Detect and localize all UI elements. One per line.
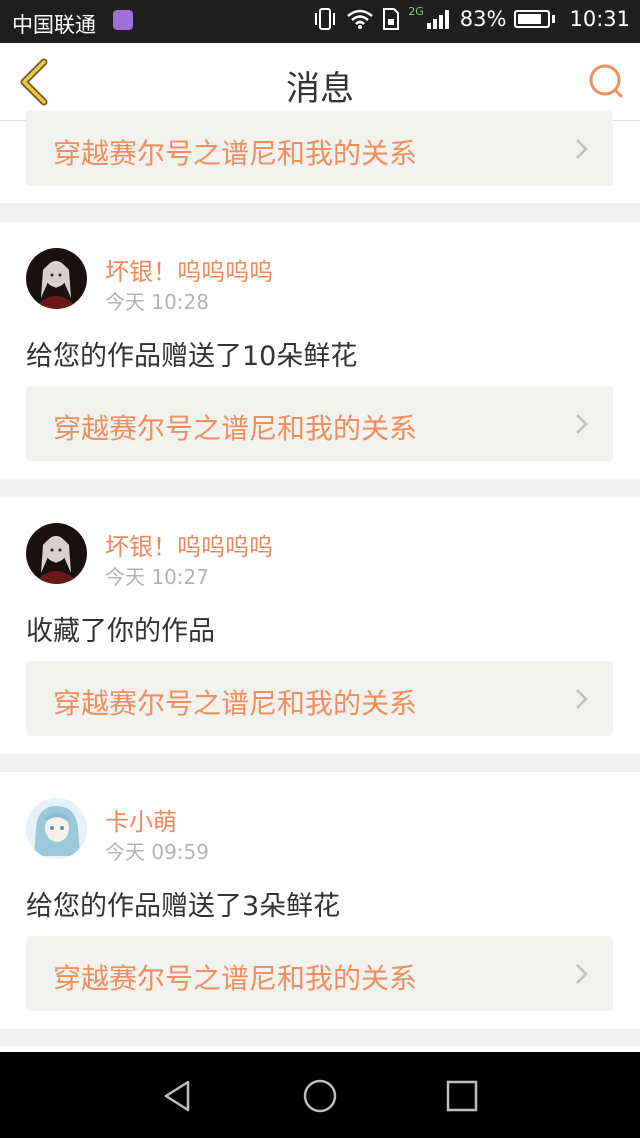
work-link[interactable]: 穿越赛尔号之谱尼和我的关系 [26,111,613,186]
status-right: 2G 83% 10:31 [312,4,630,31]
message-card: 穿越赛尔号之谱尼和我的关系 [0,111,640,203]
message-text: 给您的作品赠送了3朵鲜花 [26,891,341,922]
nav-recent-button[interactable] [444,1078,480,1114]
work-title: 穿越赛尔号之谱尼和我的关系 [53,412,418,445]
user-name[interactable]: 坏银！呜呜呜呜 [105,527,273,562]
carrier-label: 中国联通 [12,13,96,37]
message-card: 坏银！呜呜呜呜 今天 10:27 收藏了你的作品 穿越赛尔号之谱尼和我的关系 [0,497,640,754]
battery-percent: 83% [459,7,507,31]
message-card: 卡小萌 今天 09:59 给您的作品赠送了3朵鲜花 穿越赛尔号之谱尼和我的关系 [0,772,640,1029]
user-name[interactable]: 坏银！呜呜呜呜 [105,252,273,287]
search-button[interactable] [586,61,626,101]
message-text: 收藏了你的作品 [26,616,215,647]
avatar-image [26,798,87,859]
battery-icon [514,10,551,28]
sim-card-icon [383,8,400,30]
signal-icon [426,10,449,29]
network-type: 2G [408,4,424,18]
avatar-image [26,523,87,584]
status-bar: 中国联通 2G 83% 10:31 [0,0,640,43]
clock: 10:31 [569,7,630,31]
avatar[interactable] [26,248,87,309]
nav-home-button[interactable] [302,1078,338,1114]
chevron-right-icon [576,414,588,434]
chevron-right-icon [576,689,588,709]
vibrate-icon [315,8,336,30]
avatar[interactable] [26,798,87,859]
work-title: 穿越赛尔号之谱尼和我的关系 [53,137,418,170]
timestamp: 今天 10:28 [105,290,209,314]
avatar[interactable] [26,523,87,584]
work-title: 穿越赛尔号之谱尼和我的关系 [53,687,418,720]
message-text: 给您的作品赠送了10朵鲜花 [26,341,358,372]
timestamp: 今天 09:59 [105,840,209,864]
work-link[interactable]: 穿越赛尔号之谱尼和我的关系 [26,661,613,736]
chevron-right-icon [576,964,588,984]
notification-app-icon [113,10,133,30]
square-recent-icon [446,1080,478,1112]
wifi-icon [347,9,374,29]
triangle-back-icon [164,1080,190,1112]
system-nav-bar [0,1052,640,1138]
battery-tip [552,15,556,23]
search-icon [589,64,623,98]
header: 消息 [0,43,640,121]
avatar-image [26,248,87,309]
user-name[interactable]: 卡小萌 [105,802,177,837]
nav-back-button[interactable] [160,1078,196,1114]
chevron-right-icon [576,139,588,159]
page-title: 消息 [286,69,354,109]
work-link[interactable]: 穿越赛尔号之谱尼和我的关系 [26,386,613,461]
timestamp: 今天 10:27 [105,565,209,589]
message-card: 坏银！呜呜呜呜 今天 10:28 给您的作品赠送了10朵鲜花 穿越赛尔号之谱尼和… [0,222,640,479]
work-title: 穿越赛尔号之谱尼和我的关系 [53,962,418,995]
work-link[interactable]: 穿越赛尔号之谱尼和我的关系 [26,936,613,1011]
circle-home-icon [303,1079,337,1113]
